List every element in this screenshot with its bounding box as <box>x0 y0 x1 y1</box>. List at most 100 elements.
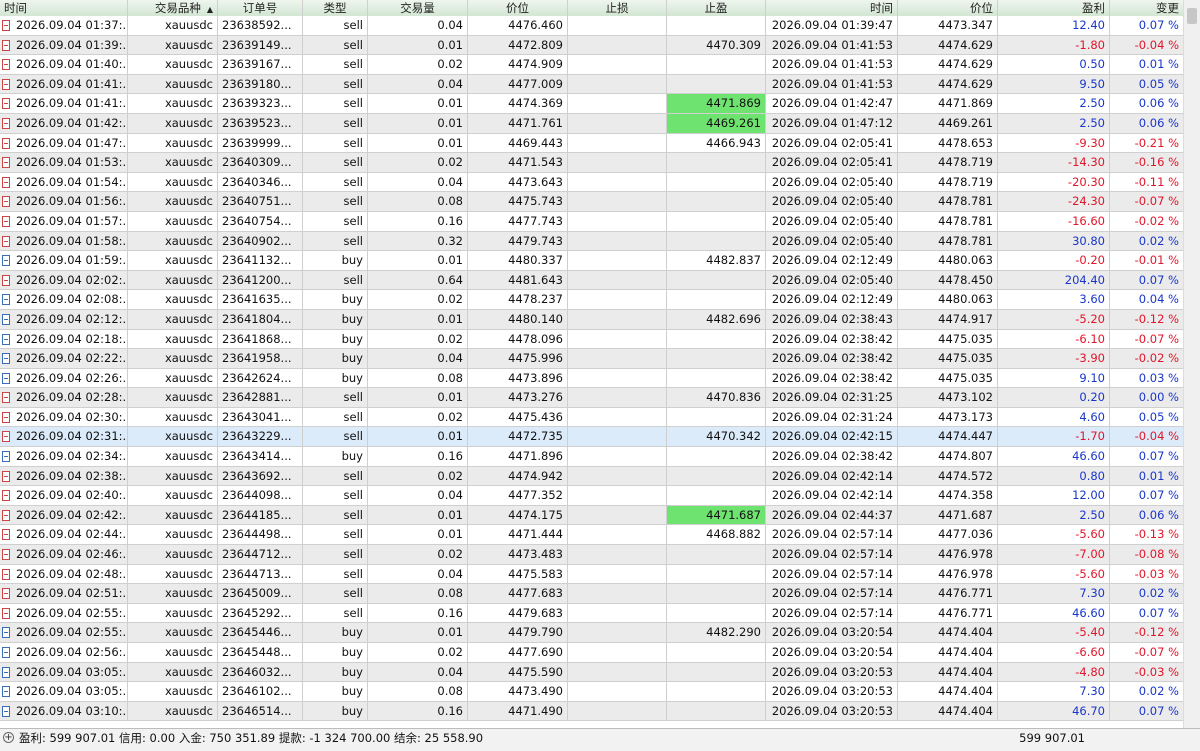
table-row[interactable]: 2026.09.04 02:34:... xauusdc 23643414... bu… <box>0 447 1184 467</box>
table-row[interactable]: 2026.09.04 02:08:... xauusdc 23641635... bu… <box>0 290 1184 310</box>
table-row[interactable]: 2026.09.04 01:41:... xauusdc 23639323... se… <box>0 94 1184 114</box>
buy-order-icon <box>2 666 10 678</box>
col-open-time-header[interactable]: 时间 <box>0 0 128 16</box>
table-row[interactable]: 2026.09.04 01:57:... xauusdc 23640754... se… <box>0 211 1184 232</box>
cell-tp: 4482.696 <box>667 309 766 329</box>
cell-volume: 0.02 <box>368 545 468 564</box>
open-time-text: 2026.09.04 02:56:... <box>16 645 128 659</box>
cell-change: -0.03 % <box>1110 564 1184 584</box>
cell-tp <box>667 564 766 584</box>
table-row[interactable]: 2026.09.04 02:56:... xauusdc 23645448... bu… <box>0 643 1184 663</box>
expand-plus-icon[interactable]: + <box>3 732 14 743</box>
cell-profit: 46.70 <box>998 701 1110 721</box>
cell-profit: 4.60 <box>998 407 1110 427</box>
cell-ticket: 23644185... <box>218 505 303 525</box>
cell-tp <box>667 329 766 349</box>
cell-volume: 0.16 <box>368 603 468 623</box>
cell-volume: 0.02 <box>368 55 468 74</box>
col-symbol-header[interactable]: 交易品种 ▲ <box>128 0 218 16</box>
open-time-text: 2026.09.04 01:40:... <box>16 57 128 72</box>
table-row[interactable]: 2026.09.04 02:28:... xauusdc 23642881... se… <box>0 388 1184 408</box>
cell-tp <box>667 584 766 603</box>
cell-price: 4476.460 <box>468 16 568 35</box>
cell-tp: 4466.943 <box>667 133 766 153</box>
cell-close-time: 2026.09.04 01:41:53 <box>766 74 898 94</box>
col-close-price-header[interactable]: 价位 <box>898 0 998 16</box>
table-row[interactable]: 2026.09.04 02:02:... xauusdc 23641200... se… <box>0 270 1184 291</box>
cell-close-time: 2026.09.04 02:05:40 <box>766 192 898 211</box>
cell-profit: 204.40 <box>998 270 1110 290</box>
cell-close-price: 4474.404 <box>898 701 998 721</box>
table-row[interactable]: 2026.09.04 02:44:... xauusdc 23644498... se… <box>0 525 1184 546</box>
col-close-time-header[interactable]: 时间 <box>766 0 898 16</box>
table-row[interactable]: 2026.09.04 02:51:... xauusdc 23645009... se… <box>0 584 1184 604</box>
open-time-text: 2026.09.04 01:58:... <box>16 233 128 248</box>
table-row[interactable]: 2026.09.04 01:54:... xauusdc 23640346... se… <box>0 172 1184 193</box>
col-change-header[interactable]: 变更 <box>1110 0 1184 16</box>
table-row[interactable]: 2026.09.04 01:37:... xauusdc 23638592... se… <box>0 16 1184 36</box>
table-row[interactable]: 2026.09.04 01:53:... xauusdc 23640309... se… <box>0 153 1184 173</box>
cell-price: 4475.583 <box>468 564 568 584</box>
table-row[interactable]: 2026.09.04 02:22:... xauusdc 23641958... bu… <box>0 349 1184 369</box>
table-row[interactable]: 2026.09.04 01:42:... xauusdc 23639523... se… <box>0 113 1184 134</box>
vertical-scrollbar[interactable] <box>1183 0 1200 728</box>
cell-symbol: xauusdc <box>128 329 218 349</box>
cell-symbol: xauusdc <box>128 447 218 466</box>
table-row[interactable]: 2026.09.04 01:41:... xauusdc 23639180... se… <box>0 74 1184 95</box>
table-row[interactable]: 2026.09.04 01:58:... xauusdc 23640902... se… <box>0 231 1184 252</box>
cell-profit: 7.30 <box>998 682 1110 701</box>
cell-symbol: xauusdc <box>128 427 218 447</box>
table-row[interactable]: 2026.09.04 02:48:... xauusdc 23644713... se… <box>0 564 1184 585</box>
table-row[interactable]: 2026.09.04 01:39:... xauusdc 23639149... se… <box>0 35 1184 56</box>
cell-tp: 4482.290 <box>667 623 766 642</box>
table-row[interactable]: 2026.09.04 02:12:... xauusdc 23641804... bu… <box>0 309 1184 330</box>
col-price-header[interactable]: 价位 <box>468 0 568 16</box>
cell-sl <box>568 368 667 388</box>
cell-ticket: 23640902... <box>218 231 303 251</box>
cell-close-time: 2026.09.04 02:42:14 <box>766 466 898 486</box>
cell-tp <box>667 368 766 388</box>
col-sl-header[interactable]: 止损 <box>568 0 667 16</box>
table-row[interactable]: 2026.09.04 02:55:... xauusdc 23645292... se… <box>0 603 1184 624</box>
cell-type: sell <box>303 603 368 623</box>
col-type-header[interactable]: 类型 <box>303 0 368 16</box>
table-row[interactable]: 2026.09.04 03:05:... xauusdc 23646032... bu… <box>0 662 1184 683</box>
cell-symbol: xauusdc <box>128 466 218 486</box>
cell-close-price: 4473.102 <box>898 388 998 407</box>
cell-ticket: 23644712... <box>218 545 303 564</box>
table-row[interactable]: 2026.09.04 02:46:... xauusdc 23644712... se… <box>0 545 1184 565</box>
cell-open-time: 2026.09.04 02:18:... <box>0 329 128 349</box>
table-row[interactable]: 2026.09.04 02:42:... xauusdc 23644185... se… <box>0 505 1184 526</box>
cell-symbol: xauusdc <box>128 55 218 74</box>
table-row[interactable]: 2026.09.04 02:31:... xauusdc 23643229... se… <box>0 427 1184 448</box>
cell-price: 4473.483 <box>468 545 568 564</box>
scrollbar-thumb[interactable] <box>1187 8 1197 24</box>
table-row[interactable]: 2026.09.04 02:26:... xauusdc 23642624... bu… <box>0 368 1184 389</box>
table-row[interactable]: 2026.09.04 01:40:... xauusdc 23639167... se… <box>0 55 1184 75</box>
table-row[interactable]: 2026.09.04 01:59:... xauusdc 23641132... bu… <box>0 251 1184 271</box>
table-row[interactable]: 2026.09.04 03:05:... xauusdc 23646102... bu… <box>0 682 1184 702</box>
cell-close-price: 4474.404 <box>898 682 998 701</box>
table-row[interactable]: 2026.09.04 02:38:... xauusdc 23643692... se… <box>0 466 1184 487</box>
col-ticket-header[interactable]: 订单号 <box>218 0 303 16</box>
open-time-text: 2026.09.04 03:05:... <box>16 664 128 679</box>
table-row[interactable]: 2026.09.04 02:30:... xauusdc 23643041... se… <box>0 407 1184 428</box>
cell-price: 4475.996 <box>468 349 568 368</box>
table-row[interactable]: 2026.09.04 02:18:... xauusdc 23641868... bu… <box>0 329 1184 350</box>
col-profit-header[interactable]: 盈利 <box>998 0 1110 16</box>
table-row[interactable]: 2026.09.04 02:55:... xauusdc 23645446... bu… <box>0 623 1184 643</box>
cell-ticket: 23641132... <box>218 251 303 270</box>
table-row[interactable]: 2026.09.04 01:56:... xauusdc 23640751... se… <box>0 192 1184 212</box>
cell-symbol: xauusdc <box>128 16 218 35</box>
col-tp-header[interactable]: 止盈 <box>667 0 766 16</box>
cell-change: -0.07 % <box>1110 192 1184 211</box>
table-row[interactable]: 2026.09.04 02:40:... xauusdc 23644098... se… <box>0 486 1184 506</box>
table-row[interactable]: 2026.09.04 03:10:... xauusdc 23646514... bu… <box>0 701 1184 722</box>
table-row[interactable]: 2026.09.04 01:47:... xauusdc 23639999... se… <box>0 133 1184 154</box>
cell-open-time: 2026.09.04 01:56:... <box>0 192 128 211</box>
cell-open-time: 2026.09.04 02:55:... <box>0 623 128 642</box>
col-volume-header[interactable]: 交易量 <box>368 0 468 16</box>
cell-price: 4472.809 <box>468 35 568 55</box>
cell-close-time: 2026.09.04 01:41:53 <box>766 35 898 55</box>
cell-symbol: xauusdc <box>128 211 218 231</box>
